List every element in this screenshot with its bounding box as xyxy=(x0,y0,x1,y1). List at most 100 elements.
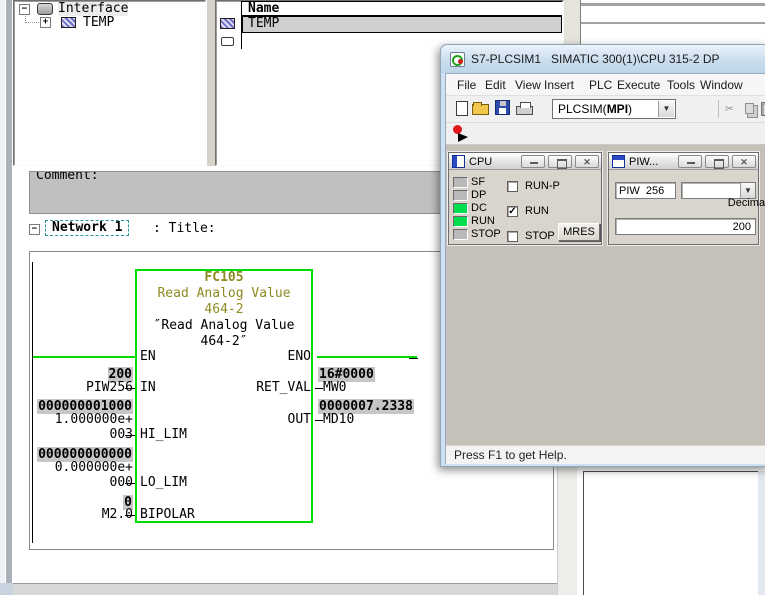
table-cell-temp[interactable]: TEMP xyxy=(248,17,279,31)
plcsim-statusbar: Press F1 to get Help. xyxy=(446,445,765,464)
operand-bipolar[interactable]: M2.0 xyxy=(25,508,133,522)
tree-collapse-box[interactable]: − xyxy=(19,4,30,15)
maximize-button[interactable] xyxy=(548,155,572,168)
tree-item-interface[interactable]: Interface xyxy=(58,2,128,16)
operand-tick xyxy=(125,388,135,389)
pin-lo-lim: LO_LIM xyxy=(140,476,187,490)
network-collapse-box[interactable]: − xyxy=(29,224,40,235)
pin-hi-lim: HI_LIM xyxy=(140,428,187,442)
operand-tick xyxy=(315,420,323,421)
operand-lolim-line1[interactable]: 0.000000e+ xyxy=(25,461,133,475)
menu-tools[interactable]: Tools xyxy=(667,78,695,92)
continuous-scan-button[interactable] xyxy=(452,125,470,143)
checkbox-label-stop: STOP xyxy=(525,230,555,242)
led-stop xyxy=(453,229,468,240)
cpu-subwindow-titlebar[interactable]: CPU ✕ xyxy=(449,153,601,170)
wire-en xyxy=(33,356,135,358)
operand-retval[interactable]: MW0 xyxy=(323,381,346,395)
checkbox-stop[interactable] xyxy=(507,231,518,242)
format-dropdown-icon[interactable]: ▼ xyxy=(740,183,755,198)
pane-splitter[interactable] xyxy=(207,0,215,166)
pin-ret-val: RET_VAL xyxy=(180,381,311,395)
format-combobox[interactable]: Decimal ▼ xyxy=(681,182,756,199)
table-header-name: Name xyxy=(248,2,279,16)
plcsim-toolbar: PLCSIM(MPI) ▼ ✂ xyxy=(446,96,765,123)
pin-in: IN xyxy=(140,381,156,395)
right-edge-strip xyxy=(758,471,765,595)
checkbox-run-p[interactable] xyxy=(507,181,518,192)
pin-eno: ENO xyxy=(180,350,311,364)
plcsim-scan-toolbar xyxy=(446,123,765,145)
scroll-gutter[interactable] xyxy=(557,467,577,595)
pane-gap xyxy=(564,0,580,44)
menu-insert[interactable]: Insert xyxy=(544,78,574,92)
maximize-button[interactable] xyxy=(705,155,729,168)
piw-subwindow-titlebar[interactable]: PIW... ✕ xyxy=(609,153,758,170)
block-type-line1: Read Analog Value xyxy=(135,287,313,301)
operand-hilim-line1[interactable]: 1.000000e+ xyxy=(25,413,133,427)
network-label[interactable]: Network 1 xyxy=(45,220,129,236)
pin-bipolar: BIPOLAR xyxy=(140,508,195,522)
cpu-window-icon xyxy=(452,155,465,168)
tree-item-temp[interactable]: TEMP xyxy=(83,16,114,30)
address-field[interactable]: PIW 256 xyxy=(615,182,676,199)
interface-combobox[interactable]: PLCSIM(MPI) ▼ xyxy=(552,99,676,119)
row-line xyxy=(581,22,765,24)
led-label-run: RUN xyxy=(471,215,495,227)
operand-tick xyxy=(125,483,135,484)
operand-tick xyxy=(125,435,135,436)
table-header-cell: Name xyxy=(242,1,562,16)
led-label-dc: DC xyxy=(471,202,487,214)
operand-lolim-line2[interactable]: 000 xyxy=(25,476,133,490)
new-button[interactable] xyxy=(454,100,472,118)
menu-window[interactable]: Window xyxy=(700,78,743,92)
led-run xyxy=(453,216,468,227)
empty-row-icon xyxy=(221,37,234,46)
block-name-line2: 464-2″ xyxy=(135,335,313,349)
piw-subwindow: PIW... ✕ PIW 256 Decimal ▼ 200 xyxy=(608,152,759,245)
interface-tree-panel: − Interface + TEMP xyxy=(13,0,206,166)
menu-edit[interactable]: Edit xyxy=(485,78,506,92)
menu-execute[interactable]: Execute xyxy=(617,78,660,92)
led-label-dp: DP xyxy=(471,189,486,201)
checkbox-label-run-p: RUN-P xyxy=(525,180,560,192)
close-button[interactable]: ✕ xyxy=(732,155,756,168)
operand-out[interactable]: MD10 xyxy=(323,413,354,427)
operand-in[interactable]: PIW256 xyxy=(25,381,133,395)
print-button[interactable] xyxy=(516,100,534,118)
menu-plc[interactable]: PLC xyxy=(589,78,612,92)
minimize-button[interactable] xyxy=(521,155,545,168)
pin-en: EN xyxy=(140,350,156,364)
bottom-corner xyxy=(0,583,13,595)
minimize-button[interactable] xyxy=(678,155,702,168)
operand-hilim-line2[interactable]: 003 xyxy=(25,428,133,442)
network-title-suffix[interactable]: : Title: xyxy=(153,222,216,236)
menu-file[interactable]: File xyxy=(457,78,476,92)
block-name-line1: ″Read Analog Value xyxy=(135,319,313,333)
right-pane-top xyxy=(580,0,765,44)
led-sf xyxy=(453,177,468,188)
operand-tick xyxy=(315,388,323,389)
open-button[interactable] xyxy=(472,100,490,118)
save-button[interactable] xyxy=(494,100,512,118)
cut-button[interactable]: ✂ xyxy=(725,100,743,118)
comment-label: Comment: xyxy=(36,171,99,183)
checkbox-run[interactable]: ✓ xyxy=(507,206,518,217)
piw-panel: PIW 256 Decimal ▼ 200 xyxy=(610,171,757,243)
mres-button[interactable]: MRES xyxy=(558,223,600,241)
piw-window-title: PIW... xyxy=(629,156,675,168)
wire-open-end xyxy=(409,358,418,359)
table-row[interactable]: TEMP xyxy=(242,16,562,33)
row-line xyxy=(581,3,765,6)
piw-window-icon xyxy=(612,155,625,168)
cpu-window-title: CPU xyxy=(469,156,518,168)
combobox-dropdown-icon[interactable]: ▼ xyxy=(658,101,674,117)
menu-view[interactable]: View xyxy=(515,78,541,92)
paste-button[interactable] xyxy=(759,100,765,118)
value-field[interactable]: 200 xyxy=(615,218,756,235)
plcsim-app-icon xyxy=(450,52,465,67)
close-button[interactable]: ✕ xyxy=(575,155,599,168)
led-dp xyxy=(453,190,468,201)
tree-expand-box[interactable]: + xyxy=(40,17,51,28)
plcsim-titlebar[interactable]: S7-PLCSIM1 SIMATIC 300(1)\CPU 315-2 DP xyxy=(441,45,765,73)
